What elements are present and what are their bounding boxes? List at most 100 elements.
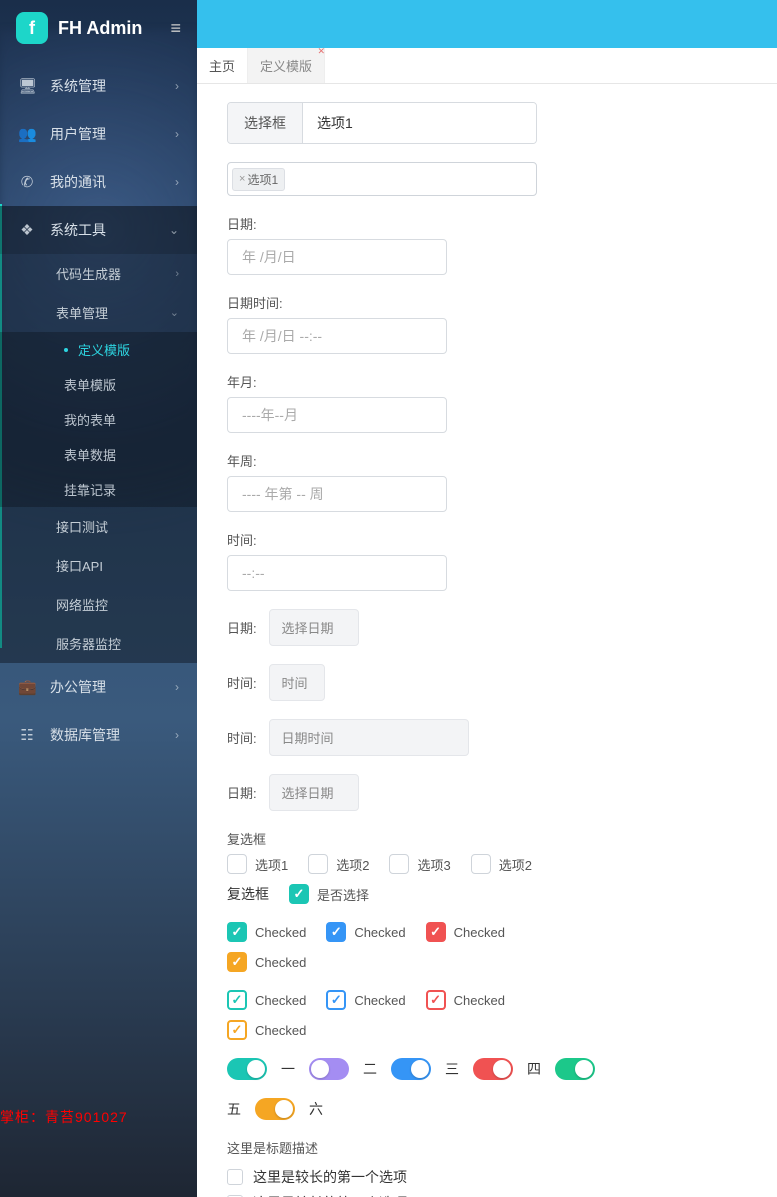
nav-db-mgmt[interactable]: ☷ 数据库管理 › xyxy=(0,711,197,759)
sub-codegen[interactable]: 代码生成器 › xyxy=(0,254,197,293)
checkbox-opt1[interactable]: 选项1 xyxy=(227,854,288,874)
checked-red[interactable]: Checked xyxy=(426,922,505,942)
sub3-hook-record[interactable]: 挂靠记录 xyxy=(0,472,197,507)
date-input[interactable] xyxy=(227,239,447,275)
sub-label: 表单管理 xyxy=(56,303,108,322)
nav-system-tools[interactable]: ❖ 系统工具 ⌄ xyxy=(0,206,197,254)
tag-input[interactable]: × 选项1 xyxy=(227,162,537,196)
menu-toggle-icon[interactable]: ≡ xyxy=(170,18,181,39)
watermark: 掌柜：青苔901027 xyxy=(0,1107,128,1127)
nav-office-mgmt[interactable]: 💼 办公管理 › xyxy=(0,663,197,711)
chevron-down-icon: ⌄ xyxy=(169,223,179,237)
checkbox-opt3[interactable]: 选项3 xyxy=(389,854,450,874)
switch-1[interactable] xyxy=(227,1058,267,1080)
switch-5[interactable] xyxy=(555,1058,595,1080)
checkbox-title: 复选框 xyxy=(227,829,747,848)
switch-label: 一 xyxy=(281,1059,295,1079)
chevron-right-icon: › xyxy=(175,728,179,742)
sub3-label: 我的表单 xyxy=(64,410,116,429)
checkbox-opt4[interactable]: 选项2 xyxy=(471,854,532,874)
time-input[interactable] xyxy=(227,555,447,591)
p-date-label: 日期: xyxy=(227,621,257,636)
opt-label: 这里是较长的第一个选项 xyxy=(253,1167,407,1187)
checkbox-label: Checked xyxy=(255,1023,306,1038)
sub-server-monitor[interactable]: 服务器监控 xyxy=(0,624,197,663)
tab-home[interactable]: 主页 xyxy=(197,48,248,83)
switch-6[interactable] xyxy=(255,1098,295,1120)
checkbox-select-toggle[interactable]: 是否选择 xyxy=(289,884,369,904)
content: 选择框 × 选项1 日期: 日期时间: xyxy=(197,84,777,1197)
yearweek-input[interactable] xyxy=(227,476,447,512)
checkbox-icon xyxy=(227,990,247,1010)
sub-label: 服务器监控 xyxy=(56,634,121,653)
checkbox-label: Checked xyxy=(255,955,306,970)
nav-my-comm[interactable]: ✆ 我的通讯 › xyxy=(0,158,197,206)
p-date2-input[interactable]: 选择日期 xyxy=(269,774,359,811)
checkbox-label: 选项2 xyxy=(499,855,532,874)
cube-icon: ❖ xyxy=(18,221,36,239)
datetime-input[interactable] xyxy=(227,318,447,354)
nav-system-mgmt[interactable]: 🖥 系统管理 › xyxy=(0,62,197,110)
phone-icon: ✆ xyxy=(18,173,36,191)
sub3-label: 表单数据 xyxy=(64,445,116,464)
checked-outline-red[interactable]: Checked xyxy=(426,990,505,1010)
checkbox-icon xyxy=(426,990,446,1010)
switch-4[interactable] xyxy=(473,1058,513,1080)
checkbox-label: Checked xyxy=(454,993,505,1008)
sub3-define-tpl[interactable]: 定义模版 xyxy=(0,332,197,367)
nav-label: 系统工具 xyxy=(50,220,155,240)
sub3-my-forms[interactable]: 我的表单 xyxy=(0,402,197,437)
checkbox-label: 选项1 xyxy=(255,855,288,874)
tag-remove-icon[interactable]: × xyxy=(239,173,245,185)
checked-outline-teal[interactable]: Checked xyxy=(227,990,306,1010)
close-icon[interactable]: ✕ xyxy=(317,46,325,57)
sub-net-monitor[interactable]: 网络监控 xyxy=(0,585,197,624)
checked-blue[interactable]: Checked xyxy=(326,922,405,942)
p-date2-label: 日期: xyxy=(227,786,257,801)
datetime-label: 日期时间: xyxy=(227,293,747,312)
switch-3[interactable] xyxy=(391,1058,431,1080)
checked-teal[interactable]: Checked xyxy=(227,922,306,942)
nav-system-tools-sub: 代码生成器 › 表单管理 ⌄ 定义模版 表单模版 我的表单 表单数据 挂靠记录 … xyxy=(0,254,197,663)
checkbox-icon xyxy=(227,1020,247,1040)
checkbox-label: 选项2 xyxy=(336,855,369,874)
p-time-input[interactable]: 时间 xyxy=(269,664,325,701)
checkbox-label: Checked xyxy=(255,925,306,940)
sub-label: 代码生成器 xyxy=(56,264,121,283)
p-datetime-input[interactable]: 日期时间 xyxy=(269,719,469,756)
checkbox-icon xyxy=(389,854,409,874)
yearmonth-input[interactable] xyxy=(227,397,447,433)
chevron-right-icon: › xyxy=(175,175,179,189)
chevron-down-icon: ⌄ xyxy=(170,306,179,319)
p-date-input[interactable]: 选择日期 xyxy=(269,609,359,646)
checkbox-opt2[interactable]: 选项2 xyxy=(308,854,369,874)
checked-amber[interactable]: Checked xyxy=(227,952,306,972)
sidebar: f FH Admin ≡ 🖥 系统管理 › 👥 用户管理 › ✆ 我的通讯 › … xyxy=(0,0,197,1197)
checkbox-icon xyxy=(227,922,247,942)
sub3-form-data[interactable]: 表单数据 xyxy=(0,437,197,472)
tabs: 主页 定义模版 ✕ xyxy=(197,48,777,84)
yearweek-label: 年周: xyxy=(227,451,747,470)
switch-label: 五 xyxy=(227,1099,241,1119)
sub3-form-tpl[interactable]: 表单模版 xyxy=(0,367,197,402)
p-datetime-label: 时间: xyxy=(227,731,257,746)
briefcase-icon: 💼 xyxy=(18,678,36,696)
desc-opt2[interactable]: 这里是较长的第二个选项 xyxy=(227,1193,747,1197)
checkbox-label: 选项3 xyxy=(417,855,450,874)
sub-form-mgmt[interactable]: 表单管理 ⌄ xyxy=(0,293,197,332)
switch-2[interactable] xyxy=(309,1058,349,1080)
checked-outline-amber[interactable]: Checked xyxy=(227,1020,306,1040)
checkbox-icon xyxy=(308,854,328,874)
sub-api[interactable]: 接口API xyxy=(0,546,197,585)
nav-user-mgmt[interactable]: 👥 用户管理 › xyxy=(0,110,197,158)
checked-outline-blue[interactable]: Checked xyxy=(326,990,405,1010)
checkbox-label: Checked xyxy=(354,993,405,1008)
sub-api-test[interactable]: 接口测试 xyxy=(0,507,197,546)
select-input[interactable] xyxy=(303,103,536,143)
chevron-right-icon: › xyxy=(175,79,179,93)
topbar xyxy=(197,0,777,48)
desc-opt1[interactable]: 这里是较长的第一个选项 xyxy=(227,1167,747,1187)
sub3-label: 挂靠记录 xyxy=(64,480,116,499)
sub-form-mgmt-children: 定义模版 表单模版 我的表单 表单数据 挂靠记录 xyxy=(0,332,197,507)
tab-define-tpl[interactable]: 定义模版 ✕ xyxy=(248,48,325,83)
